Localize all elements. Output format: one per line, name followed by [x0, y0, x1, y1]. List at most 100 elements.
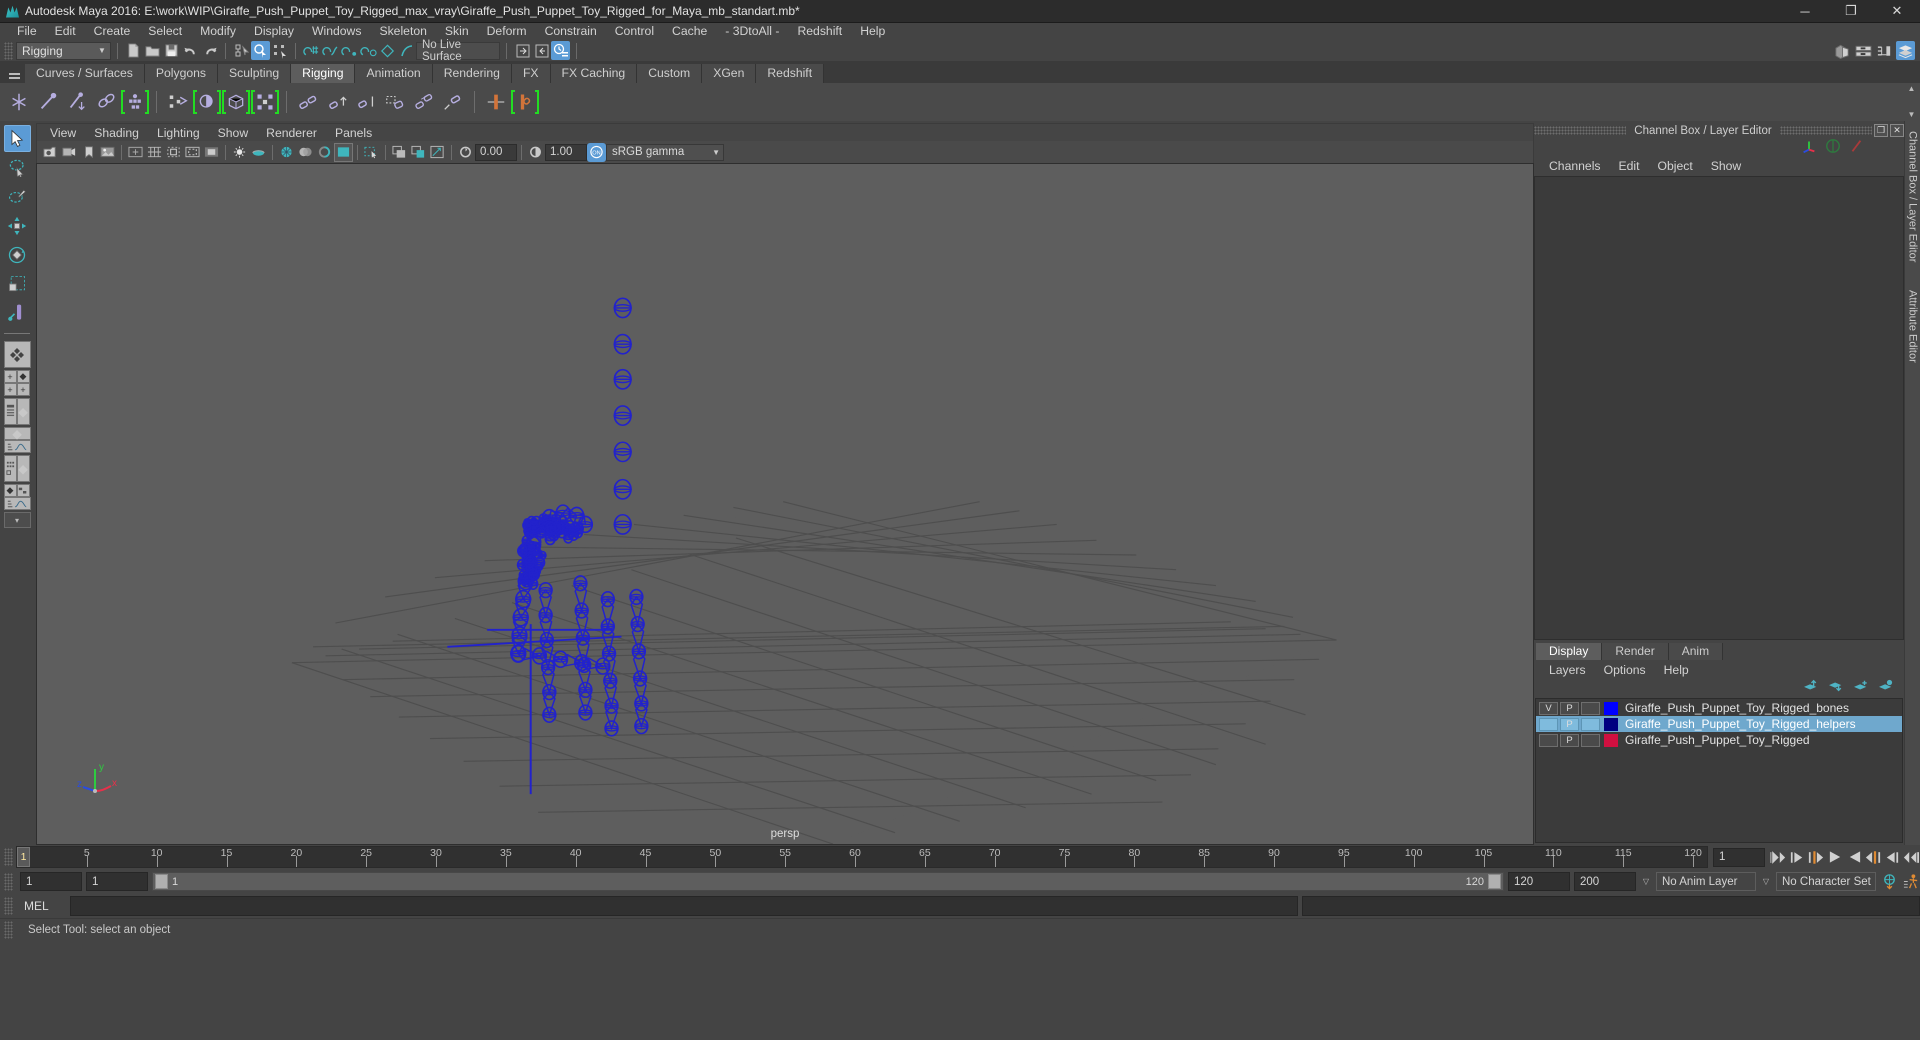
no-manipulator-icon[interactable] [1825, 138, 1841, 157]
viewport-menu-renderer[interactable]: Renderer [257, 124, 326, 142]
menu-redshift[interactable]: Redshift [788, 23, 851, 40]
joint-icon[interactable] [630, 590, 644, 605]
select-camera-icon[interactable] [41, 143, 60, 162]
motion-blur-icon[interactable] [428, 143, 447, 162]
xray-joints-icon[interactable] [315, 143, 334, 162]
mirror-skin-weights-icon[interactable] [165, 89, 191, 115]
layer-list[interactable]: V P Giraffe_Push_Puppet_Toy_Rigged_bones… [1535, 698, 1903, 843]
current-frame-field[interactable]: 1 [1713, 848, 1765, 867]
select-by-component-icon[interactable] [270, 41, 289, 60]
layout-cell[interactable] [4, 497, 31, 510]
undo-icon[interactable] [181, 41, 200, 60]
make-live-icon[interactable] [397, 41, 416, 60]
animation-start-field[interactable]: 1 [20, 872, 82, 891]
isolate-select-icon[interactable] [362, 143, 381, 162]
layer-state-toggle[interactable] [1581, 734, 1600, 747]
joint-icon[interactable] [632, 644, 646, 659]
shelf-tab-curves-surfaces[interactable]: Curves / Surfaces [25, 64, 145, 83]
orient-constraint-icon[interactable] [353, 89, 379, 115]
shelf-tab-fx-caching[interactable]: FX Caching [551, 64, 638, 83]
command-input[interactable] [70, 896, 1298, 916]
shelf-scroll-arrows[interactable]: ▲ ▼ [1905, 85, 1918, 119]
joint-icon[interactable] [614, 335, 632, 354]
layer-color-swatch[interactable] [1604, 718, 1618, 731]
bind-skin-icon[interactable] [93, 89, 119, 115]
layer-row-rigged[interactable]: P Giraffe_Push_Puppet_Toy_Rigged [1536, 732, 1902, 748]
menu-edit[interactable]: Edit [46, 23, 85, 40]
redo-icon[interactable] [200, 41, 219, 60]
exposure-field[interactable]: 0.00 [475, 144, 517, 161]
joint-icon[interactable] [605, 698, 619, 713]
select-by-hierarchy-icon[interactable] [232, 41, 251, 60]
color-profile-selector[interactable]: sRGB gamma ▼ [606, 144, 724, 161]
quick-layout-outliner-persp-icon[interactable]: ◆ [4, 398, 31, 425]
joint-icon[interactable] [601, 619, 615, 634]
channel-menu-edit[interactable]: Edit [1610, 159, 1649, 173]
joint-icon[interactable] [603, 673, 617, 688]
bone-shape[interactable] [636, 703, 647, 726]
layout-cell[interactable] [4, 398, 17, 425]
joint-icon[interactable] [515, 591, 531, 608]
play-forwards-button[interactable] [1845, 847, 1863, 867]
viewport-menu-panels[interactable]: Panels [326, 124, 381, 142]
toolbox-more-layouts-icon[interactable]: ▾ [4, 512, 31, 528]
shelf-menu-icon[interactable] [3, 64, 25, 83]
maximize-button[interactable]: ❐ [1828, 0, 1874, 23]
layer-visibility-toggle[interactable] [1539, 734, 1558, 747]
new-layer-icon[interactable] [1853, 679, 1869, 696]
snap-to-curve-icon[interactable] [321, 41, 340, 60]
anim-layer-dropdown-icon[interactable]: ▽ [1640, 872, 1652, 891]
new-layer-from-selected-icon[interactable] [1878, 679, 1894, 696]
layout-cell[interactable]: ◆ [17, 398, 30, 425]
time-slider-grip[interactable] [4, 848, 13, 866]
layout-cell[interactable]: ◆ [4, 484, 17, 497]
snap-to-view-plane-icon[interactable] [378, 41, 397, 60]
menu-set-selector[interactable]: Rigging ▼ [16, 42, 111, 60]
command-language-label[interactable]: MEL [16, 899, 70, 913]
open-render-view-icon[interactable] [532, 41, 551, 60]
auto-keyframe-toggle-icon[interactable] [1880, 872, 1898, 892]
command-line-grip[interactable] [4, 897, 13, 915]
two-d-pan-zoom-icon[interactable] [126, 143, 145, 162]
create-joint-icon[interactable] [6, 89, 32, 115]
bone-shape[interactable] [544, 692, 555, 715]
current-time-indicator[interactable]: 1 [17, 847, 30, 867]
exposure-toggle-icon[interactable] [230, 143, 249, 162]
shadows-icon[interactable] [390, 143, 409, 162]
shelf-tab-sculpting[interactable]: Sculpting [218, 64, 291, 83]
layout-cell[interactable]: + [17, 383, 30, 396]
parent-constraint-icon[interactable] [295, 89, 321, 115]
create-ik-handle-icon[interactable] [35, 89, 61, 115]
character-set-combo[interactable]: No Character Set [1776, 872, 1876, 891]
layout-cell[interactable]: + [4, 370, 17, 383]
insert-joint-icon[interactable] [512, 89, 538, 115]
menu-skeleton[interactable]: Skeleton [370, 23, 435, 40]
cluster-deformer-icon[interactable] [252, 89, 278, 115]
channel-menu-show[interactable]: Show [1702, 159, 1751, 173]
minimize-button[interactable]: ─ [1782, 0, 1828, 23]
channel-menu-object[interactable]: Object [1649, 159, 1702, 173]
hypershade-icon[interactable] [1833, 41, 1852, 60]
vertical-tab-attribute-editor[interactable]: Attribute Editor [1907, 290, 1919, 363]
select-by-object-icon[interactable] [251, 41, 270, 60]
copy-skin-weights-icon[interactable] [194, 89, 220, 115]
layer-visibility-toggle[interactable]: V [1539, 702, 1558, 715]
layer-menu-layers[interactable]: Layers [1540, 663, 1595, 677]
channel-filter-icon[interactable] [1848, 138, 1864, 157]
joint-icon[interactable] [601, 592, 615, 607]
select-tool-icon[interactable] [4, 125, 31, 152]
menu-create[interactable]: Create [85, 23, 140, 40]
move-layer-up-icon[interactable] [1803, 679, 1819, 696]
shelf-tab-fx[interactable]: FX [512, 64, 551, 83]
range-end-handle[interactable] [1488, 874, 1501, 889]
resolution-gate-icon[interactable] [183, 143, 202, 162]
channel-box-content[interactable] [1534, 176, 1904, 640]
layer-color-swatch[interactable] [1604, 702, 1618, 715]
layer-playback-toggle[interactable]: P [1560, 702, 1579, 715]
camera-attributes-icon[interactable] [60, 143, 79, 162]
open-editor-icon[interactable] [513, 41, 532, 60]
joint-icon[interactable] [575, 603, 589, 618]
layer-state-toggle[interactable] [1581, 718, 1600, 731]
point-constraint-icon[interactable] [324, 89, 350, 115]
joint-icon[interactable] [553, 651, 568, 667]
